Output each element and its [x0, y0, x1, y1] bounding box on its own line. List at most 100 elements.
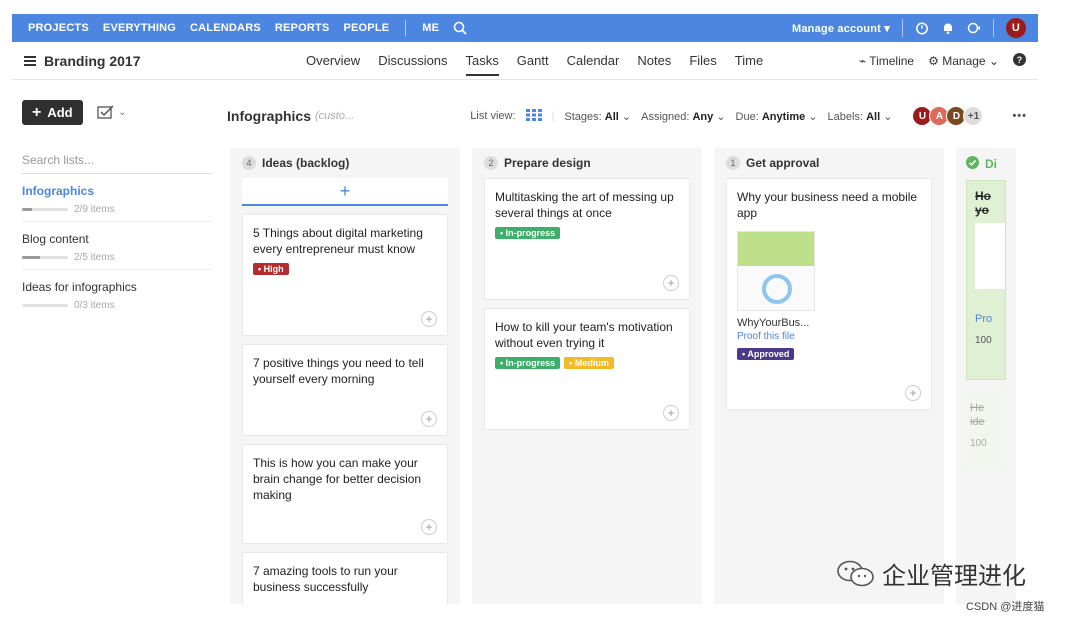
task-tags: • In-progress — [495, 227, 679, 239]
task-card[interactable]: Why your business need a mobile app WhyY… — [726, 178, 932, 410]
completion-value: 100 — [970, 438, 987, 449]
thumbnail-graphic — [762, 274, 792, 304]
tab-time[interactable]: Time — [735, 43, 763, 78]
add-subtask-icon[interactable]: + — [421, 519, 437, 535]
task-tags: • In-progress • Medium — [495, 357, 679, 369]
task-title: How to kill your team's motivation witho… — [495, 320, 673, 350]
nav-projects[interactable]: PROJECTS — [28, 22, 89, 34]
timer-icon[interactable] — [915, 21, 929, 35]
status-tag[interactable]: • In-progress — [495, 227, 561, 239]
tab-tasks[interactable]: Tasks — [465, 43, 500, 78]
help-icon[interactable]: ? — [1013, 52, 1026, 69]
tab-gantt[interactable]: Gantt — [517, 43, 549, 78]
timeline-label: Timeline — [869, 53, 915, 68]
sidebar-item-infographics[interactable]: Infographics 2/9 items — [22, 174, 212, 222]
member-avatars[interactable]: U A D +1 — [912, 106, 984, 126]
search-icon[interactable] — [453, 21, 467, 35]
status-tag[interactable]: • Approved — [737, 348, 795, 360]
task-title: He — [970, 402, 985, 414]
priority-tag[interactable]: • High — [253, 263, 289, 275]
file-thumbnail[interactable] — [737, 231, 815, 311]
tab-calendar[interactable]: Calendar — [567, 43, 620, 78]
add-subtask-icon[interactable]: + — [421, 311, 437, 327]
column-prepare-design: 2 Prepare design Multitasking the art of… — [472, 148, 702, 604]
lists-sidebar: + Add ⌄ Search lists... Infographics 2/9 … — [22, 100, 212, 317]
tab-files[interactable]: Files — [689, 43, 716, 78]
chevron-down-icon: ⌄ — [883, 110, 893, 123]
add-button[interactable]: + Add — [22, 100, 83, 125]
task-title: 7 amazing tools to run your business suc… — [253, 564, 398, 594]
svg-text:?: ? — [1017, 54, 1023, 64]
tag-label: High — [263, 264, 284, 274]
file-name: WhyYourBus... — [737, 317, 810, 329]
task-title: yo — [975, 203, 990, 217]
progress-bar — [22, 256, 68, 259]
bell-icon[interactable] — [941, 21, 955, 35]
nav-separator — [902, 19, 903, 37]
priority-tag[interactable]: • Medium — [564, 357, 614, 369]
sidebar-item-blog-content[interactable]: Blog content 2/5 items — [22, 222, 212, 270]
task-card[interactable]: This is how you can make your brain chan… — [242, 444, 448, 544]
add-subtask-icon[interactable]: + — [663, 405, 679, 421]
app-window: PROJECTS EVERYTHING CALENDARS REPORTS PE… — [12, 14, 1038, 604]
board-subtitle: (custo... — [315, 110, 355, 122]
task-card[interactable]: Multitasking the art of messing up sever… — [484, 178, 690, 300]
project-tools: ⌁ Timeline ⚙ Manage ⌄ ? — [859, 52, 1026, 69]
app-root: PROJECTS EVERYTHING CALENDARS REPORTS PE… — [0, 0, 1080, 620]
board-view-icon[interactable] — [525, 108, 542, 124]
task-card[interactable]: 7 positive things you need to tell yours… — [242, 344, 448, 436]
assigned-filter[interactable]: Assigned: Any ⌄ — [641, 110, 725, 123]
hamburger-menu-icon[interactable] — [24, 53, 36, 69]
chat-icon[interactable] — [967, 21, 981, 35]
timeline-button[interactable]: ⌁ Timeline — [859, 54, 914, 68]
project-title: Branding 2017 — [44, 52, 141, 69]
tab-overview[interactable]: Overview — [306, 43, 360, 78]
proof-file-link[interactable]: Proof this file — [737, 331, 921, 342]
tab-discussions[interactable]: Discussions — [378, 43, 447, 78]
nav-people[interactable]: PEOPLE — [343, 22, 389, 34]
tag-label: In-progress — [505, 228, 556, 238]
column-header: 4 Ideas (backlog) — [242, 156, 448, 170]
add-button-label: Add — [47, 105, 73, 120]
nav-reports[interactable]: REPORTS — [275, 22, 330, 34]
column-title: Ideas (backlog) — [262, 156, 350, 170]
task-card[interactable]: 5 Things about digital marketing every e… — [242, 214, 448, 336]
labels-filter[interactable]: Labels: All ⌄ — [828, 110, 893, 123]
manage-account-dropdown[interactable]: Manage account ▾ — [792, 22, 890, 35]
manage-dropdown[interactable]: ⚙ Manage ⌄ — [928, 54, 999, 68]
user-avatar[interactable]: U — [1006, 18, 1026, 38]
chevron-down-icon: ⌄ — [988, 53, 999, 68]
task-tags: • Approved — [737, 348, 921, 360]
stages-filter[interactable]: Stages: All ⌄ — [564, 110, 631, 123]
search-lists-input[interactable]: Search lists... — [22, 153, 212, 174]
pulse-icon: ⌁ — [858, 53, 867, 68]
tab-notes[interactable]: Notes — [637, 43, 671, 78]
manage-account-label: Manage account — [792, 22, 881, 35]
column-title: Di — [985, 157, 997, 171]
task-card[interactable]: Ho yo Pro 100 — [966, 180, 1006, 380]
task-title: ide — [970, 416, 985, 428]
task-card[interactable]: He ide 100 — [966, 390, 1006, 470]
wechat-logo-icon — [837, 560, 874, 586]
nav-me[interactable]: ME — [422, 22, 439, 34]
task-card[interactable]: 7 amazing tools to run your business suc… — [242, 552, 448, 604]
top-nav-bar: PROJECTS EVERYTHING CALENDARS REPORTS PE… — [12, 14, 1038, 42]
board-columns: 4 Ideas (backlog) + 5 Things about digit… — [230, 148, 1016, 604]
column-count: 2 — [484, 156, 498, 170]
manage-label: Manage — [942, 53, 986, 68]
file-thumbnail[interactable] — [975, 223, 1005, 289]
add-subtask-icon[interactable]: + — [905, 385, 921, 401]
nav-calendars[interactable]: CALENDARS — [190, 22, 261, 34]
proof-file-link[interactable]: Pro — [975, 313, 997, 325]
sidebar-item-ideas-for-infographics[interactable]: Ideas for infographics 0/3 items — [22, 270, 212, 317]
due-value: Anytime — [761, 110, 806, 123]
nav-everything[interactable]: EVERYTHING — [103, 22, 176, 34]
check-filter-button[interactable]: ⌄ — [97, 105, 126, 119]
more-options-icon[interactable]: ••• — [1012, 110, 1027, 122]
add-subtask-icon[interactable]: + — [421, 411, 437, 427]
task-card[interactable]: How to kill your team's motivation witho… — [484, 308, 690, 430]
add-subtask-icon[interactable]: + — [663, 275, 679, 291]
status-tag[interactable]: • In-progress — [495, 357, 561, 369]
add-task-button[interactable]: + — [242, 178, 448, 206]
due-filter[interactable]: Due: Anytime ⌄ — [736, 110, 818, 123]
